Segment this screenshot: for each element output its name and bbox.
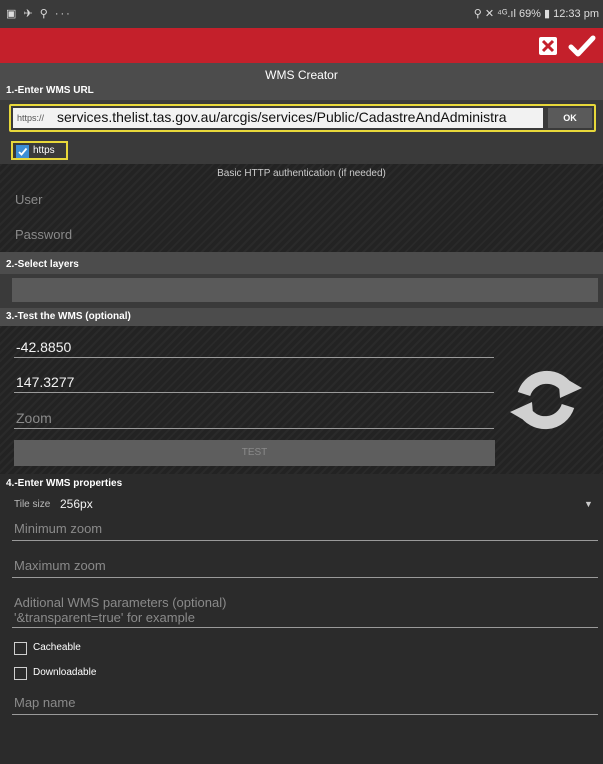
layers-row <box>0 274 603 308</box>
page-title: WMS Creator <box>265 68 338 82</box>
section3-bar: 3.-Test the WMS (optional) <box>0 308 603 326</box>
https-highlight[interactable]: https <box>11 141 68 160</box>
url-highlight: https:// services.thelist.tas.gov.au/arc… <box>9 104 596 132</box>
tile-size-select[interactable]: Tile size 256px ▼ <box>12 496 598 516</box>
aditional-params-field[interactable]: Aditional WMS parameters (optional) '&tr… <box>14 595 226 625</box>
map-name-field[interactable]: Map name <box>14 695 75 710</box>
aditional-params-line2: '&transparent=true' for example <box>14 610 195 625</box>
section4-label: 4.-Enter WMS properties <box>6 478 123 489</box>
app-bar <box>0 28 603 63</box>
min-zoom-underline <box>12 540 598 541</box>
status-left-icons: ▣ ✈ ⚲ ··· <box>6 8 72 20</box>
latitude-field[interactable]: -42.8850 <box>16 339 71 355</box>
tile-size-label: Tile size <box>14 499 51 510</box>
test-block: -42.8850 147.3277 Zoom TEST <box>0 326 603 474</box>
longitude-field[interactable]: 147.3277 <box>16 374 74 390</box>
user-field[interactable]: User <box>15 192 42 207</box>
zoom-underline <box>14 428 494 429</box>
header-area: WMS Creator 1.-Enter WMS URL <box>0 63 603 100</box>
max-zoom-field[interactable]: Maximum zoom <box>14 558 106 573</box>
https-row <box>0 136 603 164</box>
downloadable-checkbox[interactable] <box>14 667 27 680</box>
section3-label: 3.-Test the WMS (optional) <box>6 311 131 322</box>
section2-bar: 2.-Select layers <box>0 252 603 274</box>
refresh-icon[interactable] <box>506 360 586 440</box>
close-icon[interactable] <box>535 33 561 59</box>
zoom-field[interactable]: Zoom <box>16 410 52 426</box>
auth-block: Basic HTTP authentication (if needed) Us… <box>0 164 603 252</box>
status-bar: ▣ ✈ ⚲ ··· ⚲ ✕ ⁴ᴳ.ıl 69% ▮ 12:33 pm <box>0 0 603 28</box>
min-zoom-field[interactable]: Minimum zoom <box>14 521 102 536</box>
max-zoom-underline <box>12 577 598 578</box>
url-value: services.thelist.tas.gov.au/arcgis/servi… <box>57 109 507 125</box>
longitude-underline <box>14 392 494 393</box>
test-button[interactable]: TEST <box>14 440 495 466</box>
aditional-params-line1: Aditional WMS parameters (optional) <box>14 595 227 610</box>
aditional-params-underline <box>12 627 598 628</box>
password-field[interactable]: Password <box>15 227 72 242</box>
url-prefix: https:// <box>17 113 45 123</box>
https-label: https <box>33 145 55 156</box>
status-right: ⚲ ✕ ⁴ᴳ.ıl 69% ▮ 12:33 pm <box>473 8 599 20</box>
layers-select[interactable] <box>12 278 598 302</box>
https-checkbox[interactable] <box>16 145 29 158</box>
url-input[interactable]: https:// services.thelist.tas.gov.au/arc… <box>13 108 543 128</box>
check-icon[interactable] <box>568 33 596 59</box>
dropdown-arrow-icon: ▼ <box>584 499 593 509</box>
cacheable-label: Cacheable <box>33 642 81 653</box>
cacheable-checkbox[interactable] <box>14 642 27 655</box>
map-name-underline <box>12 714 598 715</box>
section1-label: 1.-Enter WMS URL <box>6 85 94 96</box>
tile-size-value: 256px <box>60 497 93 511</box>
properties-block: 4.-Enter WMS properties Tile size 256px … <box>0 474 603 764</box>
downloadable-label: Downloadable <box>33 667 97 678</box>
ok-button[interactable]: OK <box>548 108 592 128</box>
auth-title: Basic HTTP authentication (if needed) <box>217 168 386 179</box>
latitude-underline <box>14 357 494 358</box>
section2-label: 2.-Select layers <box>6 259 79 270</box>
